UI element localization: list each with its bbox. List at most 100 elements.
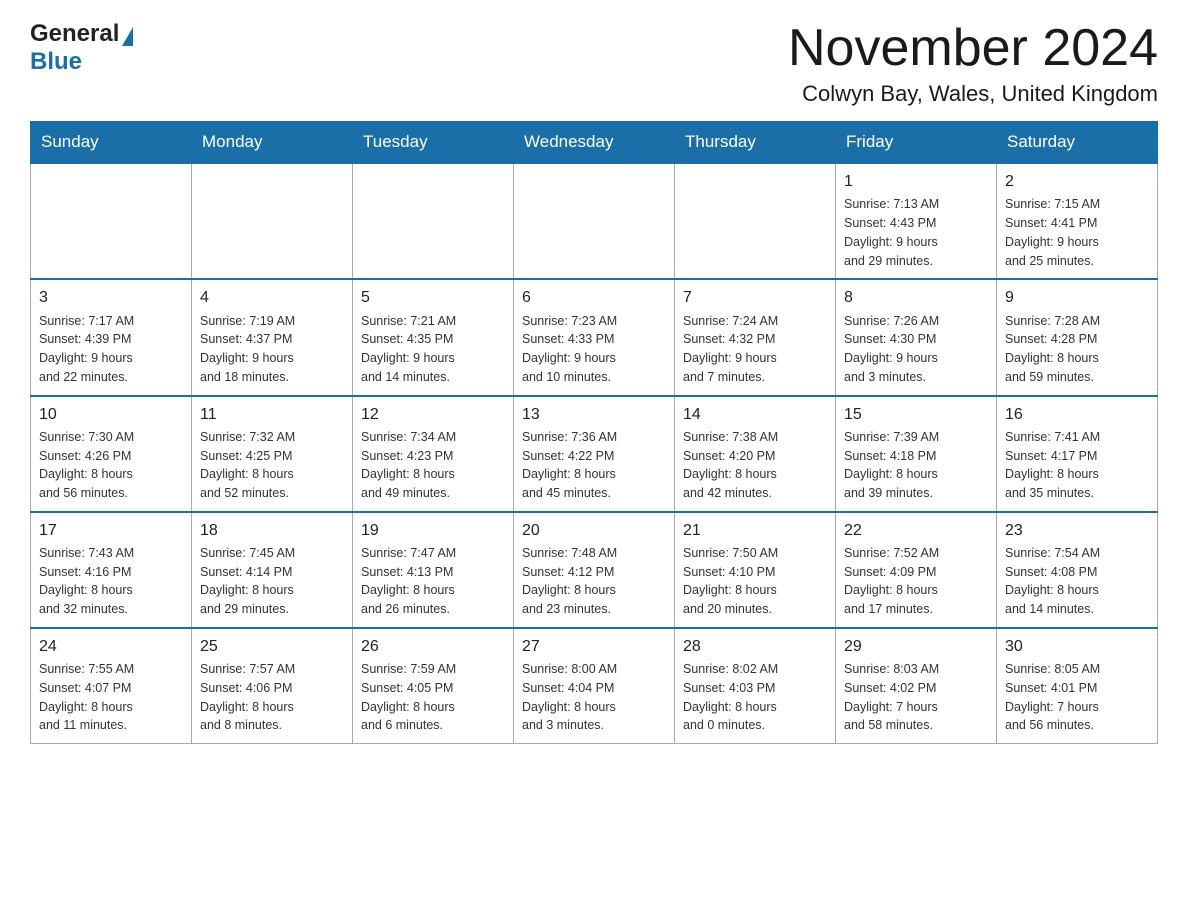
calendar-cell: 24Sunrise: 7:55 AMSunset: 4:07 PMDayligh… — [31, 628, 192, 744]
day-number: 14 — [683, 403, 827, 426]
day-number: 3 — [39, 286, 183, 309]
calendar-cell: 17Sunrise: 7:43 AMSunset: 4:16 PMDayligh… — [31, 512, 192, 628]
calendar-cell: 1Sunrise: 7:13 AMSunset: 4:43 PMDaylight… — [836, 163, 997, 279]
calendar-subtitle: Colwyn Bay, Wales, United Kingdom — [788, 81, 1158, 107]
calendar-cell: 14Sunrise: 7:38 AMSunset: 4:20 PMDayligh… — [675, 396, 836, 512]
calendar-cell: 6 Sunrise: 7:23 AMSunset: 4:33 PMDaylight… — [514, 279, 675, 395]
day-number: 20 — [522, 519, 666, 542]
day-number: 23 — [1005, 519, 1149, 542]
calendar-cell — [31, 163, 192, 279]
day-number: 25 — [200, 635, 344, 658]
day-number: 28 — [683, 635, 827, 658]
day-number: 2 — [1005, 170, 1149, 193]
calendar-cell: 25Sunrise: 7:57 AMSunset: 4:06 PMDayligh… — [192, 628, 353, 744]
calendar-title: November 2024 — [788, 20, 1158, 77]
day-info: Sunrise: 7:19 AMSunset: 4:37 PMDaylight:… — [200, 312, 344, 387]
week-row-4: 17Sunrise: 7:43 AMSunset: 4:16 PMDayligh… — [31, 512, 1158, 628]
day-info: Sunrise: 7:57 AMSunset: 4:06 PMDaylight:… — [200, 660, 344, 735]
day-info: Sunrise: 7:41 AMSunset: 4:17 PMDaylight:… — [1005, 428, 1149, 503]
day-number: 12 — [361, 403, 505, 426]
day-number: 19 — [361, 519, 505, 542]
day-info: Sunrise: 7:26 AMSunset: 4:30 PMDaylight:… — [844, 312, 988, 387]
day-number: 24 — [39, 635, 183, 658]
day-number: 4 — [200, 286, 344, 309]
calendar-cell: 30Sunrise: 8:05 AMSunset: 4:01 PMDayligh… — [997, 628, 1158, 744]
day-info: Sunrise: 7:52 AMSunset: 4:09 PMDaylight:… — [844, 544, 988, 619]
day-info: Sunrise: 7:21 AMSunset: 4:35 PMDaylight:… — [361, 312, 505, 387]
logo-blue-text: Blue — [30, 48, 82, 75]
calendar-cell: 8Sunrise: 7:26 AMSunset: 4:30 PMDaylight… — [836, 279, 997, 395]
day-info: Sunrise: 7:23 AMSunset: 4:33 PMDaylight:… — [522, 312, 666, 387]
calendar-cell: 11Sunrise: 7:32 AMSunset: 4:25 PMDayligh… — [192, 396, 353, 512]
day-info: Sunrise: 7:28 AMSunset: 4:28 PMDaylight:… — [1005, 312, 1149, 387]
calendar-cell: 21Sunrise: 7:50 AMSunset: 4:10 PMDayligh… — [675, 512, 836, 628]
day-number: 5 — [361, 286, 505, 309]
day-number: 22 — [844, 519, 988, 542]
col-header-thursday: Thursday — [675, 122, 836, 164]
page-header: General Blue November 2024 Colwyn Bay, W… — [30, 20, 1158, 107]
day-number: 18 — [200, 519, 344, 542]
day-info: Sunrise: 7:15 AMSunset: 4:41 PMDaylight:… — [1005, 195, 1149, 270]
calendar-cell — [192, 163, 353, 279]
week-row-5: 24Sunrise: 7:55 AMSunset: 4:07 PMDayligh… — [31, 628, 1158, 744]
day-number: 10 — [39, 403, 183, 426]
logo-general-text: General — [30, 20, 119, 48]
calendar-cell: 26Sunrise: 7:59 AMSunset: 4:05 PMDayligh… — [353, 628, 514, 744]
day-info: Sunrise: 7:43 AMSunset: 4:16 PMDaylight:… — [39, 544, 183, 619]
day-info: Sunrise: 8:03 AMSunset: 4:02 PMDaylight:… — [844, 660, 988, 735]
calendar-cell: 23Sunrise: 7:54 AMSunset: 4:08 PMDayligh… — [997, 512, 1158, 628]
calendar-table: SundayMondayTuesdayWednesdayThursdayFrid… — [30, 121, 1158, 744]
calendar-cell: 15Sunrise: 7:39 AMSunset: 4:18 PMDayligh… — [836, 396, 997, 512]
day-info: Sunrise: 8:00 AMSunset: 4:04 PMDaylight:… — [522, 660, 666, 735]
day-info: Sunrise: 7:59 AMSunset: 4:05 PMDaylight:… — [361, 660, 505, 735]
day-info: Sunrise: 7:32 AMSunset: 4:25 PMDaylight:… — [200, 428, 344, 503]
day-number: 17 — [39, 519, 183, 542]
day-info: Sunrise: 8:05 AMSunset: 4:01 PMDaylight:… — [1005, 660, 1149, 735]
day-info: Sunrise: 7:17 AMSunset: 4:39 PMDaylight:… — [39, 312, 183, 387]
calendar-cell — [353, 163, 514, 279]
calendar-cell — [514, 163, 675, 279]
calendar-cell: 9 Sunrise: 7:28 AMSunset: 4:28 PMDaylight… — [997, 279, 1158, 395]
day-info: Sunrise: 7:54 AMSunset: 4:08 PMDaylight:… — [1005, 544, 1149, 619]
calendar-cell: 10Sunrise: 7:30 AMSunset: 4:26 PMDayligh… — [31, 396, 192, 512]
calendar-cell: 19Sunrise: 7:47 AMSunset: 4:13 PMDayligh… — [353, 512, 514, 628]
day-info: Sunrise: 7:24 AMSunset: 4:32 PMDaylight:… — [683, 312, 827, 387]
calendar-cell: 2Sunrise: 7:15 AMSunset: 4:41 PMDaylight… — [997, 163, 1158, 279]
day-info: Sunrise: 7:36 AMSunset: 4:22 PMDaylight:… — [522, 428, 666, 503]
logo-triangle-icon — [122, 27, 133, 46]
day-info: Sunrise: 8:02 AMSunset: 4:03 PMDaylight:… — [683, 660, 827, 735]
calendar-cell: 18Sunrise: 7:45 AMSunset: 4:14 PMDayligh… — [192, 512, 353, 628]
title-block: November 2024 Colwyn Bay, Wales, United … — [788, 20, 1158, 107]
day-info: Sunrise: 7:47 AMSunset: 4:13 PMDaylight:… — [361, 544, 505, 619]
col-header-friday: Friday — [836, 122, 997, 164]
logo: General Blue — [30, 20, 133, 76]
day-info: Sunrise: 7:34 AMSunset: 4:23 PMDaylight:… — [361, 428, 505, 503]
day-info: Sunrise: 7:50 AMSunset: 4:10 PMDaylight:… — [683, 544, 827, 619]
day-info: Sunrise: 7:48 AMSunset: 4:12 PMDaylight:… — [522, 544, 666, 619]
day-info: Sunrise: 7:55 AMSunset: 4:07 PMDaylight:… — [39, 660, 183, 735]
calendar-cell: 5 Sunrise: 7:21 AMSunset: 4:35 PMDaylight… — [353, 279, 514, 395]
calendar-cell: 28Sunrise: 8:02 AMSunset: 4:03 PMDayligh… — [675, 628, 836, 744]
calendar-cell: 12Sunrise: 7:34 AMSunset: 4:23 PMDayligh… — [353, 396, 514, 512]
day-number: 1 — [844, 170, 988, 193]
week-row-1: 1Sunrise: 7:13 AMSunset: 4:43 PMDaylight… — [31, 163, 1158, 279]
day-number: 26 — [361, 635, 505, 658]
calendar-cell: 22Sunrise: 7:52 AMSunset: 4:09 PMDayligh… — [836, 512, 997, 628]
day-number: 6 — [522, 286, 666, 309]
day-number: 13 — [522, 403, 666, 426]
calendar-cell: 16Sunrise: 7:41 AMSunset: 4:17 PMDayligh… — [997, 396, 1158, 512]
calendar-cell: 27Sunrise: 8:00 AMSunset: 4:04 PMDayligh… — [514, 628, 675, 744]
col-header-monday: Monday — [192, 122, 353, 164]
calendar-cell: 4 Sunrise: 7:19 AMSunset: 4:37 PMDaylight… — [192, 279, 353, 395]
week-row-2: 3 Sunrise: 7:17 AMSunset: 4:39 PMDaylight… — [31, 279, 1158, 395]
day-number: 9 — [1005, 286, 1149, 309]
day-info: Sunrise: 7:13 AMSunset: 4:43 PMDaylight:… — [844, 195, 988, 270]
day-info: Sunrise: 7:45 AMSunset: 4:14 PMDaylight:… — [200, 544, 344, 619]
calendar-header-row: SundayMondayTuesdayWednesdayThursdayFrid… — [31, 122, 1158, 164]
day-number: 11 — [200, 403, 344, 426]
week-row-3: 10Sunrise: 7:30 AMSunset: 4:26 PMDayligh… — [31, 396, 1158, 512]
col-header-tuesday: Tuesday — [353, 122, 514, 164]
day-info: Sunrise: 7:39 AMSunset: 4:18 PMDaylight:… — [844, 428, 988, 503]
day-number: 27 — [522, 635, 666, 658]
day-info: Sunrise: 7:38 AMSunset: 4:20 PMDaylight:… — [683, 428, 827, 503]
